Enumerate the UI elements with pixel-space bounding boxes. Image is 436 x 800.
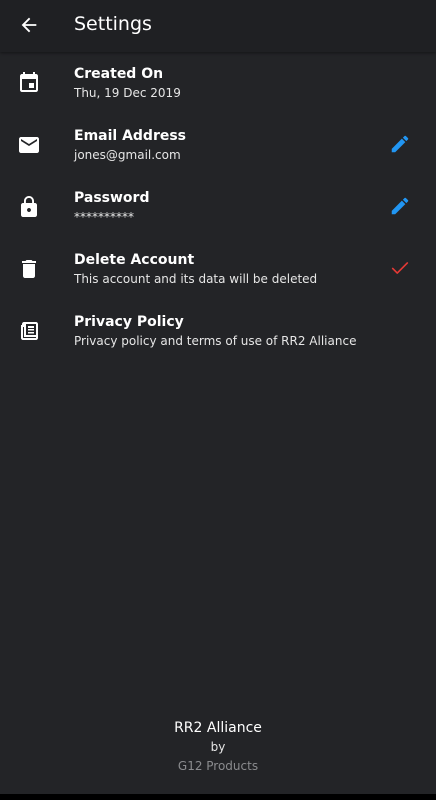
setting-title: Created On bbox=[74, 66, 164, 82]
edit-password-button[interactable] bbox=[388, 194, 412, 218]
footer-by: by bbox=[210, 740, 226, 754]
footer: RR2 Alliance by G12 Products bbox=[0, 718, 436, 776]
system-nav-strip bbox=[0, 794, 436, 800]
app-bar: Settings bbox=[0, 0, 436, 52]
setting-subtitle: ********** bbox=[74, 210, 134, 224]
setting-title: Privacy Policy bbox=[74, 314, 184, 330]
setting-title: Password bbox=[74, 190, 150, 206]
setting-row-delete-account[interactable]: Delete Account This account and its data… bbox=[0, 238, 436, 300]
page-title: Settings bbox=[74, 13, 152, 35]
document-icon bbox=[21, 322, 38, 340]
trash-icon bbox=[22, 260, 36, 278]
setting-subtitle: Thu, 19 Dec 2019 bbox=[74, 86, 181, 100]
back-button[interactable] bbox=[14, 10, 44, 40]
arrow-back-icon bbox=[21, 17, 37, 33]
mail-icon bbox=[19, 137, 39, 153]
setting-row-email[interactable]: Email Address jones@gmail.com bbox=[0, 114, 436, 176]
footer-app-name: RR2 Alliance bbox=[174, 720, 262, 736]
setting-subtitle: Privacy policy and terms of use of RR2 A… bbox=[74, 334, 357, 348]
check-icon bbox=[391, 262, 409, 274]
footer-company: G12 Products bbox=[177, 759, 259, 773]
calendar-icon bbox=[20, 72, 38, 92]
setting-title: Delete Account bbox=[74, 252, 195, 268]
edit-pencil-icon bbox=[391, 135, 409, 153]
settings-list: Created On Thu, 19 Dec 2019 Email Addres… bbox=[0, 52, 436, 362]
setting-row-created-on: Created On Thu, 19 Dec 2019 bbox=[0, 52, 436, 114]
confirm-delete-button[interactable] bbox=[388, 256, 412, 280]
setting-row-privacy-policy[interactable]: Privacy Policy Privacy policy and terms … bbox=[0, 300, 436, 362]
lock-icon bbox=[21, 196, 37, 217]
setting-subtitle: jones@gmail.com bbox=[74, 148, 181, 162]
setting-title: Email Address bbox=[74, 128, 187, 144]
edit-pencil-icon bbox=[391, 197, 409, 215]
edit-email-button[interactable] bbox=[388, 132, 412, 156]
setting-subtitle: This account and its data will be delete… bbox=[74, 272, 318, 286]
setting-row-password[interactable]: Password ********** bbox=[0, 176, 436, 238]
